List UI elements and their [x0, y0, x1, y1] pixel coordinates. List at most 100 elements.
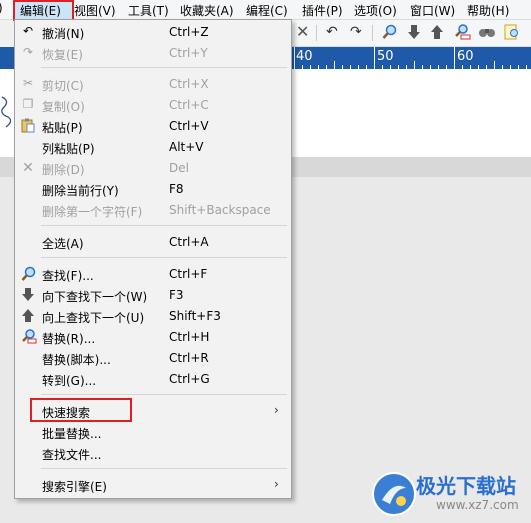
menu-item-shortcut: Alt+V [169, 140, 204, 154]
menu-item-shortcut: Ctrl+F [169, 267, 208, 281]
menu-item-shortcut: Del [169, 161, 189, 175]
menu-item-label: 复制(O) [42, 100, 85, 114]
menu-item-label: 搜索引擎(E) [42, 480, 107, 494]
toolbar-divider [372, 25, 373, 41]
menu-item-label: 删除当前行(Y) [42, 184, 119, 198]
menu-item-label: 替换(R)... [42, 332, 96, 346]
menu-item-shortcut: Shift+F3 [169, 309, 221, 323]
toolbar-divider [316, 25, 317, 41]
chevron-right-icon: › [274, 477, 279, 491]
menu-item-shortcut: Ctrl+C [169, 98, 209, 112]
redo-icon: ↷ [22, 45, 34, 59]
menu-item-find-next-up[interactable]: 向上查找下一个(U) Shift+F3 [15, 306, 291, 327]
menu-item-delete[interactable]: ✕ 删除(D) Del [15, 158, 291, 179]
menu-item-label: 恢复(E) [42, 48, 83, 62]
edit-menu-dropdown: ↶ 撤消(N) Ctrl+Z ↷ 恢复(E) Ctrl+Y ✂ 剪切(C) Ct… [14, 19, 292, 499]
chevron-right-icon: › [274, 403, 279, 417]
menu-item-label: 粘贴(P) [42, 121, 83, 135]
menu-item-delete-first-char[interactable]: 删除第一个字符(F) Shift+Backspace [15, 200, 291, 221]
menu-item-shortcut: Ctrl+G [169, 372, 210, 386]
menu-item-shortcut: Ctrl+X [169, 77, 209, 91]
menu-bar: ) 编辑(E) 视图(V) 工具(T) 收藏夹(A) 编程(C) 插件(P) 选… [0, 0, 531, 20]
menu-item-label: 删除第一个字符(F) [42, 205, 143, 219]
undo-icon: ↶ [22, 24, 34, 38]
ruler-mark-40: 40 [296, 49, 313, 64]
edit-menu-annotation-box [13, 0, 74, 21]
menu-item-paste[interactable]: 粘贴(P) Ctrl+V [15, 116, 291, 137]
menu-separator [41, 394, 287, 395]
replace-icon [19, 329, 37, 345]
toolbar: ✕ ↶ ↷ [290, 20, 531, 47]
menu-item-find[interactable]: 查找(F)... Ctrl+F [15, 264, 291, 285]
ruler-mark-50: 50 [377, 49, 394, 64]
menu-item-label: 全选(A) [42, 237, 84, 251]
menu-item-shortcut: Ctrl+H [169, 330, 210, 344]
menu-item-shortcut: Shift+Backspace [169, 203, 271, 217]
menu-item-find-files[interactable]: 查找文件... [15, 443, 291, 464]
undo-icon[interactable]: ↶ [326, 24, 338, 40]
menu-separator [41, 257, 287, 258]
menu-item-label: 替换(脚本)... [42, 353, 111, 367]
menu-item-goto[interactable]: 转到(G)... Ctrl+G [15, 369, 291, 390]
menu-item-select-all[interactable]: 全选(A) Ctrl+A [15, 232, 291, 253]
arrow-up-icon [19, 308, 37, 324]
menu-partial-paren: ) [0, 1, 3, 15]
menu-item-redo[interactable]: ↷ 恢复(E) Ctrl+Y [15, 43, 291, 64]
menu-item-undo[interactable]: ↶ 撤消(N) Ctrl+Z [15, 22, 291, 43]
menu-item-label: 向下查找下一个(W) [42, 290, 148, 304]
find-next-down-icon[interactable] [407, 24, 421, 44]
menu-item-search-engine[interactable]: 搜索引擎(E) › [15, 475, 291, 496]
close-x-icon[interactable]: ✕ [296, 22, 309, 41]
menu-help[interactable]: 帮助(H) [467, 2, 509, 19]
menu-item-label: 查找(F)... [42, 269, 94, 283]
menu-plugins[interactable]: 插件(P) [302, 2, 343, 19]
menu-item-shortcut: Ctrl+V [169, 119, 209, 133]
copy-icon: ❐ [22, 97, 34, 111]
paste-icon [19, 118, 37, 134]
menu-item-label: 向上查找下一个(U) [42, 311, 145, 325]
menu-tools[interactable]: 工具(T) [128, 2, 169, 19]
watermark-logo-icon [372, 472, 416, 516]
menu-item-shortcut: Ctrl+A [169, 235, 209, 249]
menu-item-label: 删除(D) [42, 163, 85, 177]
menu-item-cut[interactable]: ✂ 剪切(C) Ctrl+X [15, 74, 291, 95]
menu-item-batch-replace[interactable]: 批量替换... [15, 422, 291, 443]
magnifier-icon [19, 266, 37, 282]
find-icon[interactable] [382, 24, 398, 44]
find-in-files-icon[interactable] [503, 24, 521, 44]
menu-item-replace[interactable]: 替换(R)... Ctrl+H [15, 327, 291, 348]
find-next-up-icon[interactable] [430, 24, 444, 44]
menu-options[interactable]: 选项(O) [354, 2, 397, 19]
menu-separator [41, 67, 287, 68]
delete-x-icon: ✕ [22, 160, 34, 176]
quick-search-annotation-box [30, 398, 132, 422]
menu-item-label: 剪切(C) [42, 79, 84, 93]
menu-item-shortcut: Ctrl+Z [169, 25, 209, 39]
menu-favorites[interactable]: 收藏夹(A) [180, 2, 234, 19]
replace-icon[interactable] [453, 24, 471, 44]
arrow-down-icon [19, 287, 37, 303]
watermark-title: 极光下载站 [416, 474, 516, 498]
menu-item-delete-line[interactable]: 删除当前行(Y) F8 [15, 179, 291, 200]
redo-icon[interactable]: ↷ [350, 24, 362, 40]
menu-separator [41, 225, 287, 226]
scissors-icon: ✂ [22, 76, 34, 90]
menu-item-label: 撤消(N) [42, 27, 85, 41]
menu-item-shortcut: F3 [169, 288, 184, 302]
menu-view[interactable]: 视图(V) [74, 2, 116, 19]
watermark: 极光下载站 www.xz7.com [372, 468, 531, 518]
menu-item-find-next-down[interactable]: 向下查找下一个(W) F3 [15, 285, 291, 306]
menu-programming[interactable]: 编程(C) [246, 2, 288, 19]
menu-item-replace-script[interactable]: 替换(脚本)... Ctrl+R [15, 348, 291, 369]
menu-item-label: 批量替换... [42, 427, 102, 441]
watermark-url: www.xz7.com [436, 498, 519, 512]
menu-item-shortcut: Ctrl+R [169, 351, 209, 365]
menu-item-label: 查找文件... [42, 448, 102, 462]
menu-item-label: 列粘贴(P) [42, 142, 95, 156]
menu-item-shortcut: Ctrl+Y [169, 46, 208, 60]
binoculars-icon[interactable] [478, 24, 496, 44]
ruler-mark-60: 60 [457, 49, 474, 64]
menu-item-copy[interactable]: ❐ 复制(O) Ctrl+C [15, 95, 291, 116]
menu-item-column-paste[interactable]: 列粘贴(P) Alt+V [15, 137, 291, 158]
menu-window[interactable]: 窗口(W) [410, 2, 455, 19]
